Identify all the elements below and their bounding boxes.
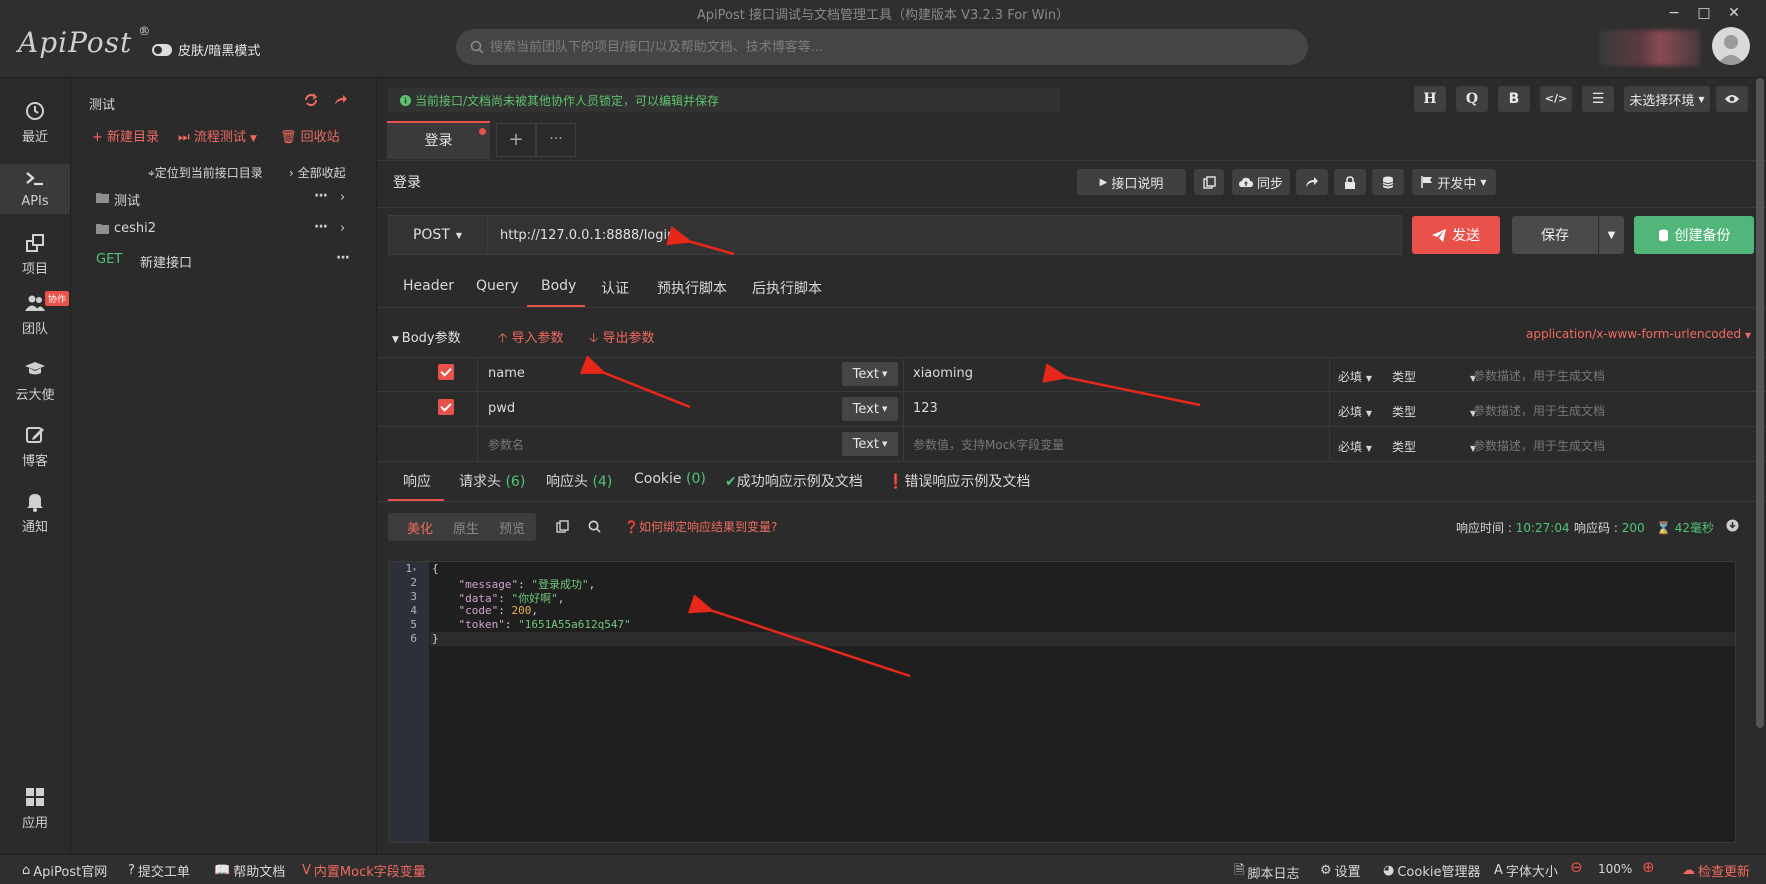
help-docs-link[interactable]: 📖 帮助文档 (214, 861, 285, 880)
check-update-button[interactable]: ☁ 检查更新 (1682, 861, 1750, 880)
font-icon: A (1494, 863, 1503, 878)
log-icon: 🗎 (1234, 863, 1245, 878)
official-site-link[interactable]: ⌂ ApiPost官网 (22, 861, 107, 880)
question-circle-icon: ? (128, 863, 135, 878)
annotation-arrows (579, 225, 1201, 678)
script-log-button[interactable]: 🗎 脚本日志 (1234, 861, 1299, 883)
zoom-level: 100% (1598, 862, 1633, 876)
font-size-label: A 字体大小 (1494, 863, 1558, 880)
book-icon: 📖 (214, 863, 231, 878)
home-icon: ⌂ (22, 863, 31, 878)
plus-circle-icon: ⊕ (1642, 858, 1655, 876)
cloud-icon: ☁ (1682, 863, 1695, 878)
zoom-in-button[interactable]: ⊕ (1642, 858, 1655, 876)
submit-ticket-link[interactable]: ? 提交工单 (128, 861, 190, 880)
cookie-manager-button[interactable]: ◕ Cookie管理器 (1383, 861, 1480, 880)
cookie-icon: ◕ (1383, 863, 1395, 878)
gear-icon: ⚙ (1320, 863, 1332, 878)
minus-circle-icon: ⊖ (1570, 858, 1583, 876)
settings-button[interactable]: ⚙ 设置 (1320, 861, 1361, 880)
mock-vars-link[interactable]: V 内置Mock字段变量 (302, 861, 426, 880)
v-icon: V (302, 863, 311, 878)
zoom-out-button[interactable]: ⊖ (1570, 858, 1583, 876)
